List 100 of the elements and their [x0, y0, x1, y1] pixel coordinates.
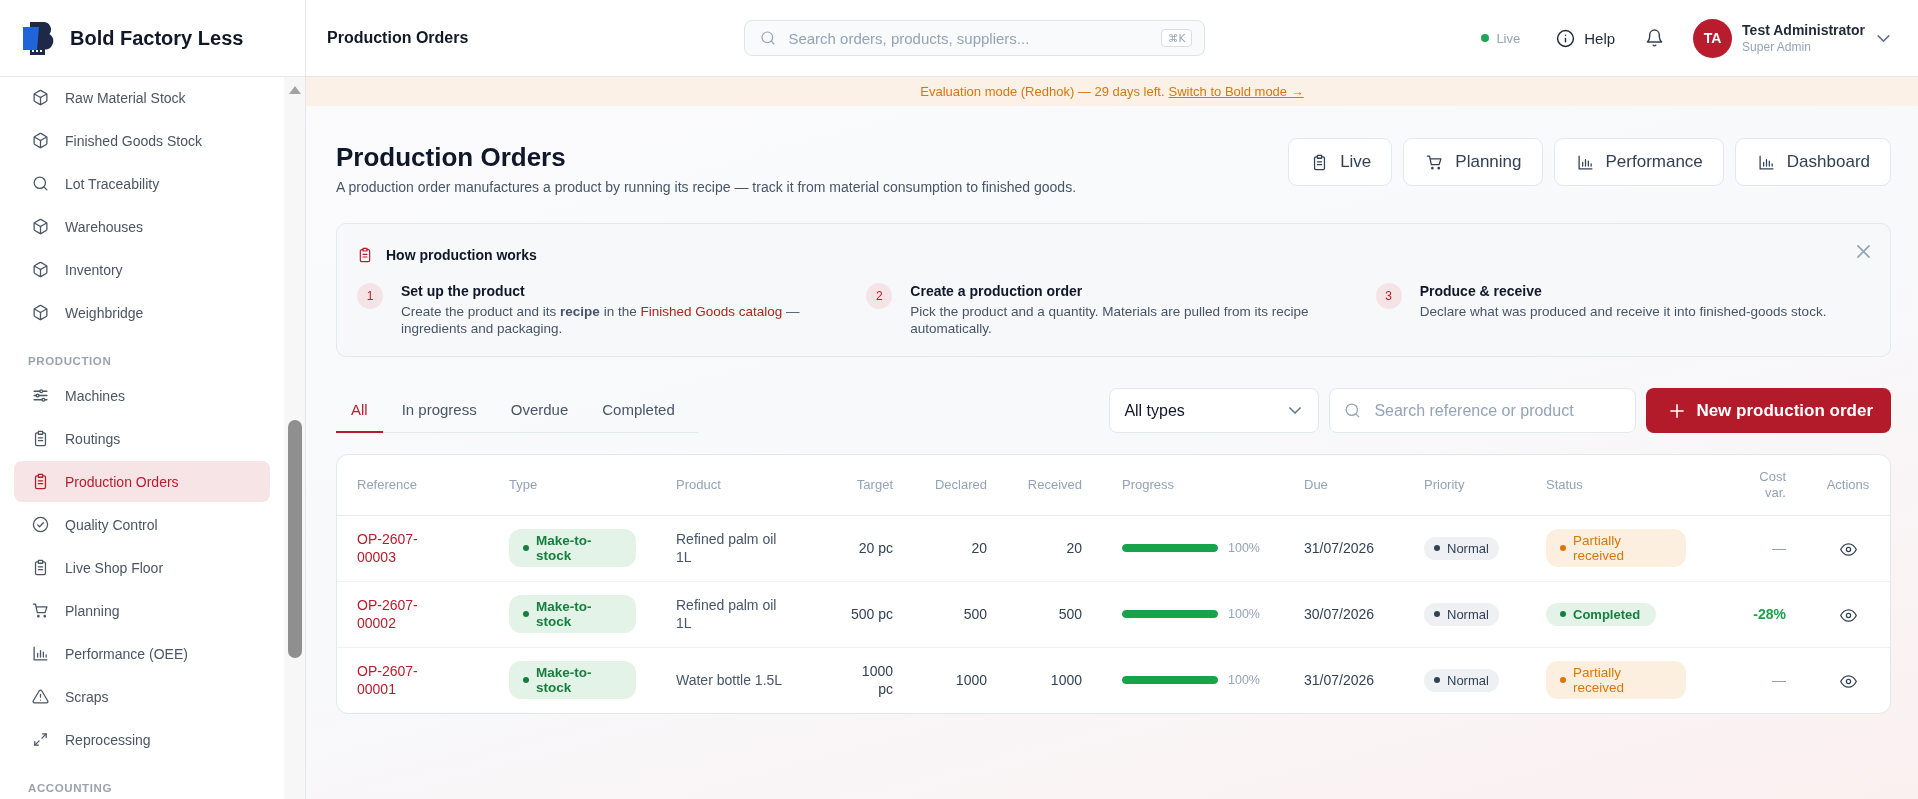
clipboard-icon: [32, 430, 49, 447]
check-circle-icon: [32, 516, 49, 533]
column-header: Cost var.: [1758, 468, 1786, 501]
cart-icon: [32, 602, 49, 619]
type-select[interactable]: All types: [1109, 388, 1320, 433]
planning-button[interactable]: Planning: [1403, 138, 1543, 186]
banner-message: Evaluation mode (Redhok) — 29 days left. Switch to Bold mode →: [920, 84, 1304, 99]
priority-label: Normal: [1447, 672, 1489, 688]
received-quantity: 500: [1058, 606, 1082, 622]
column-header: Actions: [1826, 476, 1870, 493]
new-order-button[interactable]: New production order: [1646, 388, 1891, 433]
priority-label: Normal: [1447, 606, 1489, 622]
nav-item[interactable]: Live Shop Floor: [14, 547, 270, 588]
column-header: Type: [509, 476, 538, 493]
user-name: Test Administrator: [1742, 21, 1865, 39]
column-header: Priority: [1424, 476, 1465, 493]
clipboard-icon: [32, 559, 49, 576]
plus-icon: [1670, 403, 1685, 418]
progress-percent: 100%: [1228, 673, 1260, 688]
declared-quantity: 20: [971, 540, 987, 556]
column-header: Due: [1304, 476, 1328, 493]
dot-icon: [1560, 677, 1566, 684]
received-quantity: 20: [1066, 540, 1082, 556]
nav-item[interactable]: Lot Traceability: [14, 163, 270, 204]
chevron-down-icon[interactable]: [1877, 34, 1890, 42]
search-icon: [32, 175, 49, 192]
cost-variance: -28%: [1753, 606, 1786, 622]
brand-name: Bold Factory Less: [70, 26, 244, 50]
nav-item[interactable]: Weighbridge: [14, 292, 270, 333]
nav-item[interactable]: Finished Goods Stock: [14, 120, 270, 161]
search-icon: [760, 30, 777, 46]
sliders-icon: [32, 387, 49, 404]
filter-tab[interactable]: In progress: [386, 390, 492, 433]
dot-icon: [1434, 677, 1440, 684]
nav-item[interactable]: Raw Material Stock: [14, 77, 270, 118]
nav-item[interactable]: Inventory: [14, 249, 270, 290]
type-label: Make-to-stock: [536, 665, 593, 696]
nav-item[interactable]: Scraps: [14, 676, 270, 717]
cube-icon: [32, 132, 49, 149]
bell-icon[interactable]: [1645, 28, 1665, 48]
step-description: Declare what was produced and receive it into finished-goods stock.: [1419, 303, 1827, 320]
cart-icon: [1426, 153, 1444, 171]
cube-icon: [32, 304, 49, 321]
dot-icon: [523, 677, 529, 684]
step-number: 1: [357, 283, 383, 309]
target-quantity: 1000 pc: [860, 662, 893, 699]
cost-variance: —: [1772, 540, 1786, 556]
step-title: Set up the product: [401, 282, 526, 301]
due-date: 30/07/2026: [1304, 606, 1375, 622]
nav-item[interactable]: Routings: [14, 418, 270, 459]
diagonal-arrows-icon: [32, 731, 49, 748]
section-label: ACCOUNTING: [28, 781, 113, 796]
cost-variance: —: [1772, 672, 1786, 689]
help-button[interactable]: Help: [1556, 28, 1616, 48]
progress-percent: 100%: [1228, 607, 1260, 621]
nav-item[interactable]: Quality Control: [14, 504, 270, 545]
page-subtitle: A production order manufactures a product by running its recipe — track it from material consumption to finished goods.: [336, 178, 1077, 197]
order-link[interactable]: OP-2607-00003: [357, 530, 421, 566]
column-header: Product: [676, 476, 721, 493]
filter-tab[interactable]: All: [336, 390, 383, 433]
eye-icon[interactable]: [1839, 542, 1857, 556]
nav-item[interactable]: Performance (OEE): [14, 633, 270, 674]
order-link[interactable]: OP-2607-00001: [357, 662, 421, 699]
catalog-link[interactable]: Finished Goods catalog: [640, 304, 783, 319]
live-button[interactable]: Live: [1288, 138, 1393, 186]
user-avatar[interactable]: TA: [1693, 18, 1733, 58]
order-search-field[interactable]: Search reference or product: [1329, 388, 1637, 433]
declared-quantity: 500: [963, 606, 987, 622]
shortcut-hint: ⌘K: [1161, 29, 1193, 47]
topbar-title: Production Orders: [327, 29, 469, 47]
section-label: PRODUCTION: [28, 354, 113, 369]
filter-tab[interactable]: Completed: [587, 390, 690, 433]
nav-item[interactable]: Planning: [14, 590, 270, 631]
help-icon: [1556, 28, 1576, 48]
dot-icon: [1560, 545, 1566, 551]
order-link[interactable]: OP-2607-00002: [357, 596, 421, 632]
nav-item[interactable]: Reprocessing: [14, 719, 270, 760]
type-label: Make-to-stock: [536, 599, 593, 629]
target-quantity: 20 pc: [858, 539, 893, 557]
performance-button[interactable]: Performance: [1553, 138, 1724, 186]
declared-quantity: 1000: [955, 672, 987, 689]
cube-icon: [32, 261, 49, 278]
nav-item[interactable]: Machines: [14, 375, 270, 416]
logo-icon: [23, 21, 54, 55]
dashboard-button[interactable]: Dashboard: [1734, 138, 1891, 186]
nav-item[interactable]: Warehouses: [14, 206, 270, 247]
column-header: Received: [1027, 476, 1082, 493]
cube-icon: [32, 218, 49, 235]
step-description: Create the product and its recipe in the Finished Goods catalog — ingredients and packaging.: [401, 303, 801, 337]
eye-icon[interactable]: [1839, 675, 1857, 689]
dot-icon: [523, 611, 529, 617]
eye-icon[interactable]: [1839, 608, 1857, 622]
scrollbar-thumb[interactable]: [287, 420, 302, 658]
page-title: Production Orders: [336, 141, 567, 173]
step-title: Create a production order: [910, 282, 1084, 301]
warning-icon: [32, 688, 49, 705]
status-label: Completed: [1573, 606, 1641, 622]
nav-item[interactable]: Production Orders: [14, 461, 270, 502]
chevron-down-icon: [1289, 407, 1302, 414]
filter-tab[interactable]: Overdue: [495, 390, 584, 433]
